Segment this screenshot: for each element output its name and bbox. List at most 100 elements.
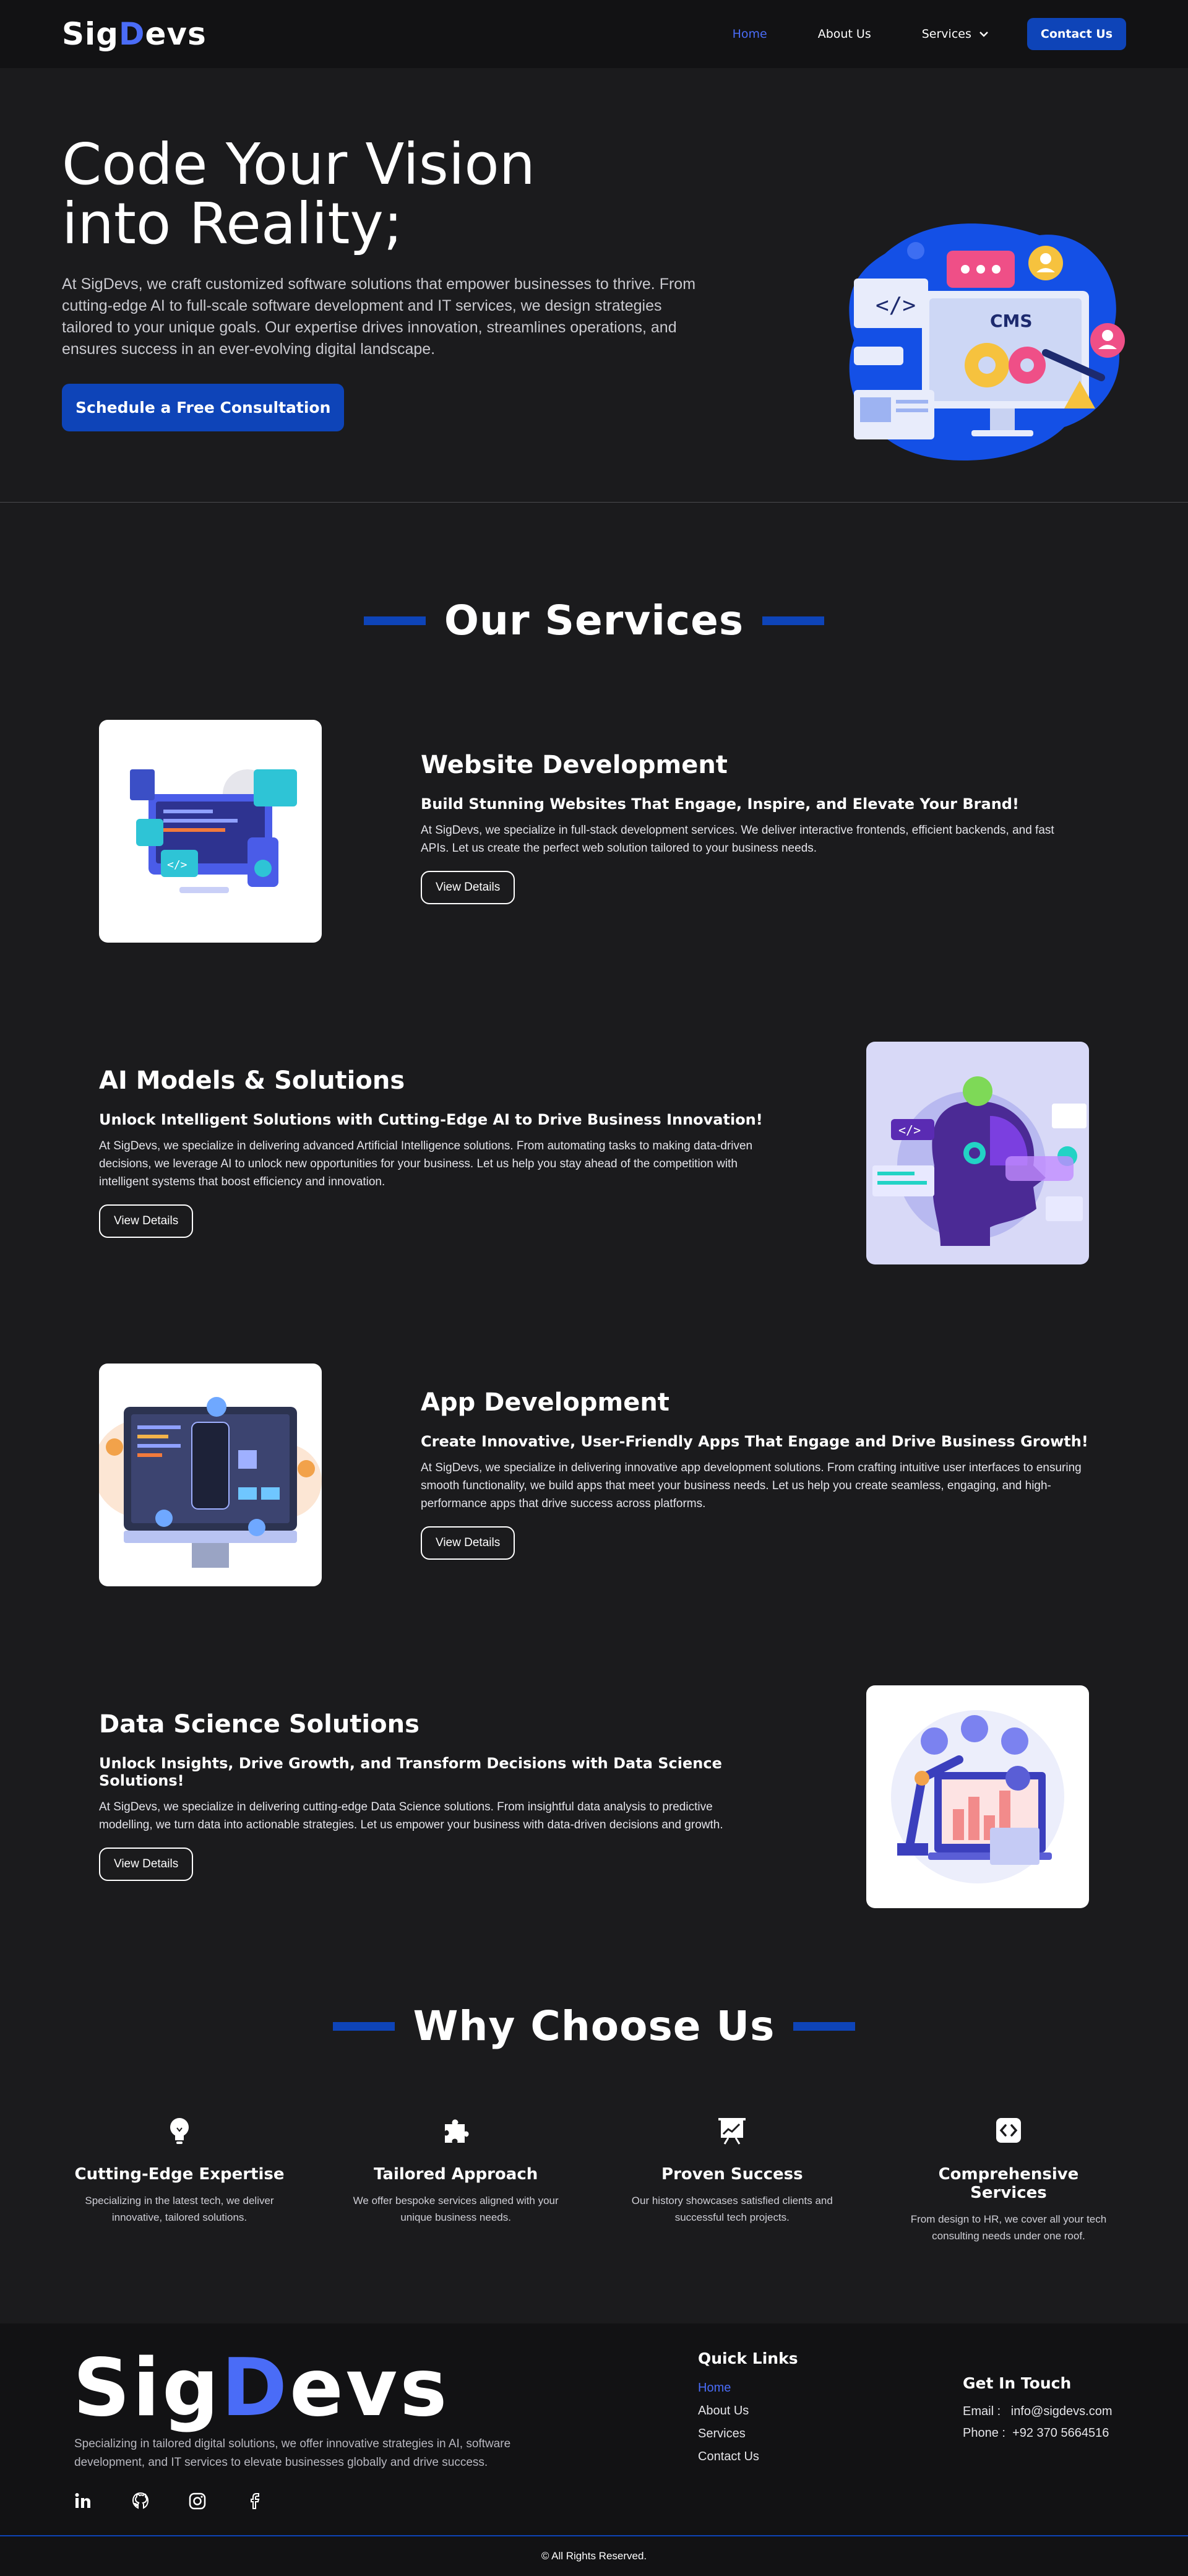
email-row: Email : info@sigdevs.com: [963, 2405, 1113, 2419]
email-label: Email :: [963, 2405, 1001, 2418]
why-item-tailored: Tailored Approach We offer bespoke servi…: [351, 2114, 561, 2244]
cms-illustration: CMS </>: [849, 223, 1125, 460]
linkedin-icon[interactable]: [74, 2492, 93, 2510]
view-details-button[interactable]: View Details: [421, 871, 515, 904]
cms-text: CMS: [990, 311, 1033, 331]
hero-title: Code Your Vision into Reality;: [62, 135, 619, 254]
why-item-success: Proven Success Our history showcases sat…: [627, 2114, 837, 2244]
contact-info: Get In Touch Email : info@sigdevs.com Ph…: [963, 2374, 1113, 2440]
svg-text:</>: </>: [167, 858, 187, 871]
service-title: Data Science Solutions: [99, 1710, 420, 1739]
code-icon: [996, 2118, 1021, 2143]
service-subtitle: Build Stunning Websites That Engage, Ins…: [421, 795, 1019, 813]
footer-logo-prefix: Sig: [73, 2342, 222, 2434]
logo-prefix: Sig: [62, 16, 119, 52]
why-item-expertise: Cutting-Edge Expertise Specializing in t…: [74, 2114, 285, 2244]
instagram-icon[interactable]: [188, 2492, 207, 2510]
service-description: At SigDevs, we specialize in delivering …: [421, 1461, 1082, 1510]
ai-models-image: </>: [866, 1042, 1089, 1264]
footer-logo-suffix: evs: [289, 2342, 450, 2434]
why-item-title: Cutting-Edge Expertise: [74, 2165, 285, 2184]
data-science-text: Data Science Solutions Unlock Insights, …: [99, 1710, 767, 1881]
site-logo[interactable]: Sig Devs: [62, 16, 207, 52]
view-details-button[interactable]: View Details: [421, 1526, 515, 1560]
why-heading: Why Choose Us: [0, 2002, 1188, 2050]
puzzle-icon: [444, 2119, 469, 2143]
nav-about-link[interactable]: About Us: [818, 27, 871, 41]
nav-services-dropdown[interactable]: Services: [922, 27, 989, 41]
why-item-comprehensive: Comprehensive Services From design to HR…: [903, 2114, 1114, 2244]
services-section: Our Services </> Website Development Bui…: [0, 503, 1188, 2007]
nav-links: Home About Us Services Contact Us: [733, 18, 1126, 50]
top-navbar: Sig Devs Home About Us Services Contact U…: [0, 0, 1188, 68]
social-links: [74, 2492, 264, 2510]
svg-text:</>: </>: [876, 293, 916, 318]
why-item-title: Comprehensive Services: [938, 2165, 1079, 2202]
lightbulb-icon: [170, 2118, 189, 2144]
view-details-button[interactable]: View Details: [99, 1848, 194, 1881]
service-title: App Development: [421, 1388, 669, 1417]
footer-description: Specializing in tailored digital solutio…: [74, 2437, 511, 2469]
copyright-bar: © All Rights Reserved.: [0, 2536, 1188, 2576]
service-ai-models: AI Models & Solutions Unlock Intelligent…: [0, 1042, 1188, 1364]
schedule-consultation-button[interactable]: Schedule a Free Consultation: [62, 384, 345, 431]
services-heading: Our Services: [0, 597, 1188, 644]
footer-logo[interactable]: SigDevs: [73, 2342, 449, 2434]
service-subtitle: Unlock Insights, Drive Growth, and Trans…: [99, 1755, 722, 1789]
footer-logo-accent: D: [221, 2342, 290, 2434]
logo-suffix: evs: [145, 16, 207, 52]
service-website-development: </> Website Development Build Stunning W…: [0, 720, 1188, 1042]
github-icon[interactable]: [131, 2492, 150, 2510]
services-title: Our Services: [444, 597, 744, 644]
footer-link-about[interactable]: About Us: [698, 2404, 798, 2418]
service-title: Website Development: [421, 751, 728, 779]
website-development-text: Website Development Build Stunning Websi…: [421, 751, 1077, 904]
heading-bar-right: [793, 2021, 856, 2031]
contact-us-button[interactable]: Contact Us: [1027, 18, 1126, 50]
why-choose-us-section: Why Choose Us Cutting-Edge Expertise Spe…: [0, 2002, 1188, 2244]
phone-link[interactable]: +92 370 5664516: [1012, 2426, 1109, 2440]
heading-bar-right: [762, 616, 825, 625]
service-description: At SigDevs, we specialize in full-stack …: [421, 824, 1054, 855]
service-subtitle: Unlock Intelligent Solutions with Cuttin…: [99, 1111, 763, 1128]
why-item-title: Proven Success: [661, 2165, 803, 2184]
why-item-title: Tailored Approach: [374, 2165, 538, 2184]
phone-row: Phone : +92 370 5664516: [963, 2426, 1113, 2440]
hero-description: At SigDevs, we craft customized software…: [62, 275, 696, 358]
why-item-text: Our history showcases satisfied clients …: [631, 2195, 833, 2223]
chart-board-icon: [718, 2118, 746, 2145]
svg-text:</>: </>: [898, 1123, 921, 1138]
hero-title-line2: into Reality;: [62, 191, 403, 257]
nav-services-label: Services: [921, 27, 971, 41]
contact-title: Get In Touch: [963, 2374, 1072, 2392]
why-grid: Cutting-Edge Expertise Specializing in t…: [0, 2050, 1188, 2244]
why-item-text: We offer bespoke services aligned with y…: [353, 2195, 559, 2223]
app-development-text: App Development Create Innovative, User-…: [421, 1388, 1089, 1560]
facebook-icon[interactable]: [245, 2492, 264, 2510]
ai-models-text: AI Models & Solutions Unlock Intelligent…: [99, 1066, 767, 1238]
service-description: At SigDevs, we specialize in delivering …: [99, 1800, 723, 1831]
footer-link-home[interactable]: Home: [698, 2381, 798, 2395]
logo-accent: D: [118, 16, 145, 52]
footer-link-services[interactable]: Services: [698, 2427, 798, 2441]
view-details-button[interactable]: View Details: [99, 1204, 194, 1238]
nav-home-link[interactable]: Home: [733, 27, 767, 41]
app-development-image: [99, 1364, 322, 1586]
why-item-text: Specializing in the latest tech, we deli…: [85, 2195, 274, 2223]
service-data-science: Data Science Solutions Unlock Insights, …: [0, 1685, 1188, 2007]
email-link[interactable]: info@sigdevs.com: [1011, 2405, 1113, 2418]
hero-section: Code Your Vision into Reality; At SigDev…: [0, 68, 1188, 503]
quick-links: Quick Links Home About Us Services Conta…: [698, 2349, 798, 2473]
service-app-development: App Development Create Innovative, User-…: [0, 1364, 1188, 1685]
why-item-text: From design to HR, we cover all your tec…: [910, 2213, 1107, 2242]
website-development-image: </>: [99, 720, 322, 943]
site-footer: SigDevs Specializing in tailored digital…: [0, 2323, 1188, 2536]
service-description: At SigDevs, we specialize in delivering …: [99, 1139, 753, 1188]
phone-label: Phone :: [963, 2426, 1005, 2440]
data-science-image: [866, 1685, 1089, 1908]
hero-title-line1: Code Your Vision: [62, 131, 535, 197]
footer-link-contact[interactable]: Contact Us: [698, 2450, 798, 2464]
heading-bar-left: [363, 616, 426, 625]
service-subtitle: Create Innovative, User-Friendly Apps Th…: [421, 1433, 1088, 1450]
chevron-down-icon: [979, 32, 988, 37]
